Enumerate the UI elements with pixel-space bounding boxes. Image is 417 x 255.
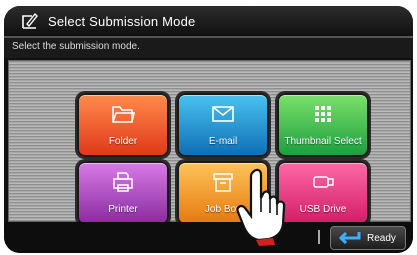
title-bar: Select Submission Mode [4, 6, 413, 38]
email-label: E-mail [208, 136, 238, 147]
mode-panel: Folder E-mail Thumbnail Select Printer J… [8, 60, 411, 225]
printer-label: Printer [108, 204, 138, 215]
footer-divider [318, 230, 320, 244]
instruction-text: Select the submission mode. [12, 41, 140, 52]
folder-button[interactable]: Folder [77, 93, 169, 157]
device-frame: Select Submission Mode Select the submis… [0, 0, 417, 255]
folder-label: Folder [108, 136, 138, 147]
page-title: Select Submission Mode [48, 13, 196, 29]
mode-tiles: Folder E-mail Thumbnail Select Printer J… [77, 93, 377, 228]
ready-button[interactable]: Ready [330, 226, 406, 250]
printer-icon [113, 172, 133, 192]
usb-icon [313, 176, 334, 188]
ready-label: Ready [367, 232, 396, 244]
printer-button[interactable]: Printer [77, 161, 169, 225]
return-arrow-icon [338, 231, 361, 245]
thumbnail-select-label: Thumbnail Select [284, 136, 362, 147]
thumbnail-select-button[interactable]: Thumbnail Select [277, 93, 369, 157]
pen-paper-icon [22, 12, 38, 29]
pointing-hand-icon [236, 168, 286, 246]
status-bar: Ready [4, 222, 413, 253]
envelope-icon [212, 106, 234, 122]
box-icon [213, 173, 233, 192]
touch-screen: Select Submission Mode Select the submis… [4, 6, 413, 253]
instruction-bar: Select the submission mode. [4, 38, 413, 58]
folder-icon [112, 106, 135, 123]
grid-icon [315, 106, 331, 122]
email-button[interactable]: E-mail [177, 93, 269, 157]
